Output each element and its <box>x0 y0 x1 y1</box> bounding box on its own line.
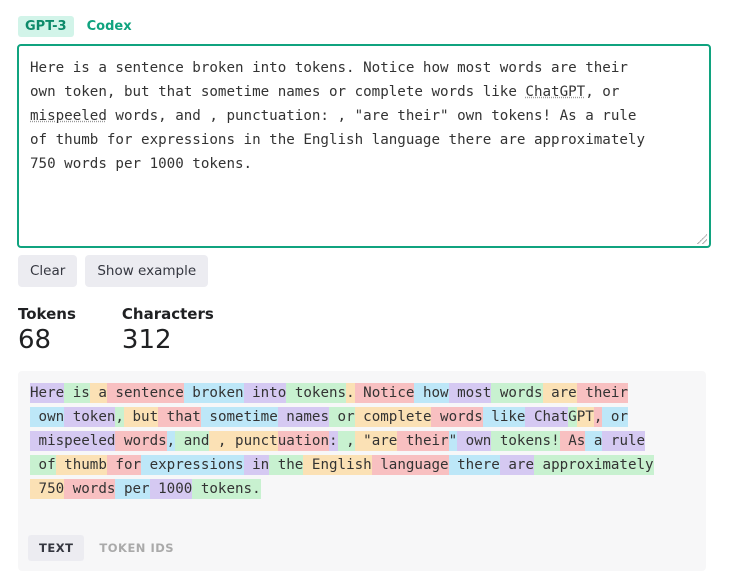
token: are <box>542 383 577 403</box>
input-text-underlined: mispeeled <box>30 108 107 124</box>
input-text: words, and , punctuation: , "are their" … <box>30 108 645 172</box>
token: per <box>115 479 150 499</box>
token: there <box>448 455 500 475</box>
token: rule <box>602 431 646 451</box>
token: , <box>115 407 124 427</box>
characters-label: Characters <box>121 305 214 323</box>
token: thumb <box>55 455 107 475</box>
token: , <box>337 431 355 451</box>
token: or <box>328 407 355 427</box>
token: own <box>30 407 65 427</box>
token: PT <box>576 407 594 427</box>
token: own <box>457 431 492 451</box>
characters-count: 312 <box>121 325 172 355</box>
token: in <box>243 455 270 475</box>
token: words <box>115 431 167 451</box>
tokens-count: 68 <box>18 325 52 355</box>
text-input[interactable]: Here is a sentence broken into tokens. N… <box>17 44 711 248</box>
token: that <box>158 407 201 427</box>
token: are <box>499 455 534 475</box>
token: 750 <box>30 479 65 499</box>
token-output-panel: Here is a sentence broken into tokens. N… <box>18 371 706 571</box>
token: and <box>175 431 210 451</box>
token: into <box>243 383 287 403</box>
token: a <box>585 431 603 451</box>
token: G <box>568 407 577 427</box>
token: 1000 <box>149 479 193 499</box>
token: of <box>30 455 56 475</box>
token: " <box>448 431 458 451</box>
token: like <box>482 407 526 427</box>
token: is <box>64 383 90 403</box>
show-example-button[interactable]: Show example <box>85 255 209 287</box>
token: their <box>397 431 449 451</box>
token: . <box>346 383 355 403</box>
token: English <box>303 455 372 475</box>
token: tokens <box>491 431 552 451</box>
token: : <box>328 431 338 451</box>
token: , <box>166 431 176 451</box>
token: As <box>559 431 586 451</box>
token: ! <box>551 431 560 451</box>
token: mis <box>30 431 65 451</box>
token: peeled <box>64 431 116 451</box>
input-text-underlined: ChatGPT <box>525 84 586 100</box>
token: tokens <box>286 383 347 403</box>
token: Here <box>30 383 65 403</box>
tab-text[interactable]: TEXT <box>28 535 85 561</box>
tab-gpt3[interactable]: GPT-3 <box>18 16 74 37</box>
token: for <box>106 455 142 475</box>
token: complete <box>354 407 432 427</box>
token: but <box>123 407 159 427</box>
model-tabs: GPT-3 Codex <box>18 16 139 37</box>
token: tokens <box>192 479 253 499</box>
token: , <box>209 431 227 451</box>
token: punct <box>226 431 278 451</box>
resize-handle-icon[interactable] <box>697 234 707 244</box>
token: or <box>602 407 628 427</box>
token: words <box>64 479 116 499</box>
token: most <box>448 383 492 403</box>
tokenized-text: Here is a sentence broken into tokens. N… <box>30 381 700 501</box>
token: names <box>277 407 329 427</box>
token: sentence <box>106 383 184 403</box>
token: expressions <box>141 455 244 475</box>
token: uation <box>277 431 329 451</box>
characters-stat: Characters 312 <box>122 305 214 355</box>
tab-token-ids[interactable]: TOKEN IDS <box>88 535 185 561</box>
token: . <box>252 479 261 499</box>
token: language <box>371 455 449 475</box>
clear-button[interactable]: Clear <box>18 255 78 287</box>
token: Chat <box>525 407 569 427</box>
token: " <box>354 431 372 451</box>
tab-codex[interactable]: Codex <box>80 16 139 37</box>
tokens-label: Tokens <box>18 305 76 323</box>
tokens-stat: Tokens 68 <box>18 305 76 355</box>
token: how <box>414 383 449 403</box>
input-text: , or <box>585 84 620 100</box>
token: the <box>269 455 304 475</box>
token: are <box>371 431 398 451</box>
token: their <box>576 383 628 403</box>
token: words <box>491 383 543 403</box>
token: words <box>431 407 483 427</box>
token: Notice <box>354 383 415 403</box>
token: broken <box>183 383 244 403</box>
token: approximately <box>534 455 654 475</box>
token: sometime <box>200 407 278 427</box>
token: a <box>89 383 107 403</box>
token: token <box>64 407 116 427</box>
